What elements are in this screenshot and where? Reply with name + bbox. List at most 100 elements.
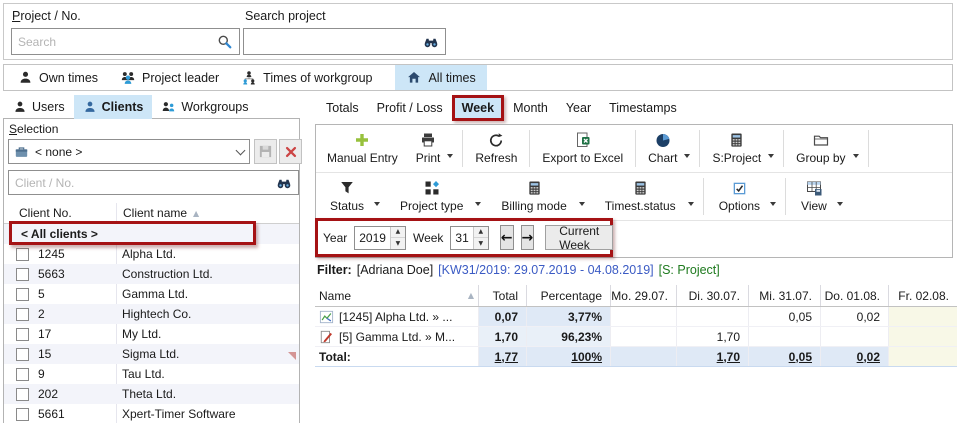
billing-mode-button[interactable]: Billing mode: [487, 173, 580, 220]
project-name: [1245] Alpha Ltd. » ...: [339, 310, 452, 324]
header-do[interactable]: Do. 01.08.: [820, 285, 888, 306]
dropdown-caret[interactable]: [374, 202, 380, 206]
client-name: Alpha Ltd.: [114, 247, 176, 261]
tab-totals[interactable]: Totals: [317, 101, 368, 115]
person-icon: [13, 100, 27, 114]
cell-do: [820, 327, 888, 346]
current-week-button[interactable]: Current Week: [545, 225, 613, 250]
delete-selection-button[interactable]: [279, 139, 302, 164]
spin-up-icon[interactable]: ▲: [474, 227, 488, 239]
client-row[interactable]: 9Tau Ltd.: [4, 364, 299, 384]
table-row[interactable]: [1245] Alpha Ltd. » ... 0,07 3,77% 0,05 …: [315, 307, 957, 327]
tab-month[interactable]: Month: [504, 101, 557, 115]
header-client-name[interactable]: Client name ▲: [116, 206, 199, 220]
refresh-button[interactable]: Refresh: [466, 125, 526, 172]
dropdown-caret[interactable]: [579, 202, 585, 206]
view-button[interactable]: View: [789, 173, 839, 220]
spin-down-icon[interactable]: ▼: [391, 238, 405, 249]
tab-label: Users: [32, 100, 65, 114]
client-no: 17: [38, 327, 114, 341]
client-row[interactable]: 5661Xpert-Timer Software: [4, 404, 299, 423]
checkbox[interactable]: [16, 268, 29, 281]
week-label: Week: [413, 231, 443, 245]
checkbox[interactable]: [16, 368, 29, 381]
table-row[interactable]: [5] Gamma Ltd. » M... 1,70 96,23% 1,70: [315, 327, 957, 347]
dropdown-caret[interactable]: [853, 154, 859, 158]
client-search-input[interactable]: Client / No.: [8, 170, 299, 195]
status-button[interactable]: Status: [318, 173, 376, 220]
dropdown-caret[interactable]: [837, 202, 843, 206]
all-clients-row[interactable]: < All clients >: [4, 224, 299, 244]
tab-project-leader[interactable]: Project leader: [109, 65, 230, 90]
checkbox[interactable]: [16, 348, 29, 361]
header-mo[interactable]: Mo. 29.07.: [610, 285, 676, 306]
year-value[interactable]: 2019: [355, 227, 390, 249]
checkbox[interactable]: [16, 408, 29, 421]
project-type-button[interactable]: Project type: [386, 173, 477, 220]
tab-label: Project leader: [142, 71, 219, 85]
tab-clients[interactable]: Clients: [74, 95, 153, 119]
tab-own-times[interactable]: Own times: [7, 65, 109, 90]
header-name[interactable]: Name ▲: [315, 285, 478, 306]
dropdown-caret[interactable]: [447, 154, 453, 158]
header-di[interactable]: Di. 30.07.: [676, 285, 748, 306]
client-row[interactable]: 5663Construction Ltd.: [4, 264, 299, 284]
dropdown-caret[interactable]: [770, 202, 776, 206]
calculator-icon: [633, 180, 648, 196]
year-label: Year: [323, 231, 347, 245]
group-by-button[interactable]: Group by: [787, 125, 854, 172]
sproject-button[interactable]: S:Project: [703, 125, 770, 172]
tab-users[interactable]: Users: [4, 95, 74, 119]
spin-down-icon[interactable]: ▼: [474, 238, 488, 249]
checkbox[interactable]: [16, 248, 29, 261]
header-client-no[interactable]: Client No.: [4, 206, 116, 220]
floppy-icon: [258, 144, 273, 159]
checkbox[interactable]: [16, 308, 29, 321]
tab-profit-loss[interactable]: Profit / Loss: [368, 101, 452, 115]
year-spinner[interactable]: 2019 ▲▼: [354, 226, 406, 250]
checkbox[interactable]: [16, 328, 29, 341]
cell-mi: 0,05: [748, 347, 820, 366]
client-row[interactable]: 15Sigma Ltd.: [4, 344, 299, 364]
tab-times-of-workgroup[interactable]: Times of workgroup: [230, 65, 383, 90]
tab-timestamps[interactable]: Timestamps: [600, 101, 686, 115]
header-fr[interactable]: Fr. 02.08.: [888, 285, 957, 306]
header-total[interactable]: Total: [478, 285, 526, 306]
next-week-button[interactable]: →: [521, 225, 535, 250]
cell-do: 0,02: [820, 347, 888, 366]
checkbox[interactable]: [16, 288, 29, 301]
header-percentage[interactable]: Percentage: [526, 285, 610, 306]
client-row[interactable]: 5Gamma Ltd.: [4, 284, 299, 304]
week-spinner[interactable]: 31 ▲▼: [450, 226, 488, 250]
previous-week-button[interactable]: ←: [500, 225, 514, 250]
timest-status-button[interactable]: Timest.status: [591, 173, 690, 220]
tab-week[interactable]: Week: [452, 95, 504, 121]
tab-year[interactable]: Year: [557, 101, 600, 115]
save-selection-button[interactable]: [254, 139, 277, 164]
tab-all-times[interactable]: All times: [395, 65, 486, 90]
search-project-input[interactable]: [243, 28, 446, 55]
cell-do: 0,02: [820, 307, 888, 326]
dropdown-caret[interactable]: [684, 154, 690, 158]
excel-icon: [575, 132, 591, 148]
header-mi[interactable]: Mi. 31.07.: [748, 285, 820, 306]
dropdown-caret[interactable]: [768, 154, 774, 158]
spin-up-icon[interactable]: ▲: [391, 227, 405, 239]
print-button[interactable]: Print: [407, 125, 450, 172]
selection-combobox[interactable]: < none >: [8, 139, 250, 164]
tab-workgroups[interactable]: Workgroups: [152, 95, 257, 119]
client-row[interactable]: 202Theta Ltd.: [4, 384, 299, 404]
export-excel-button[interactable]: Export to Excel: [533, 125, 632, 172]
week-value[interactable]: 31: [451, 227, 472, 249]
project-search-input[interactable]: Search: [11, 28, 240, 55]
chart-button[interactable]: Chart: [639, 125, 686, 172]
options-button[interactable]: Options: [707, 173, 772, 220]
client-row[interactable]: 17My Ltd.: [4, 324, 299, 344]
dropdown-caret[interactable]: [688, 202, 694, 206]
client-row[interactable]: 1245Alpha Ltd.: [4, 244, 299, 264]
annotation-box-period: Year 2019 ▲▼ Week 31 ▲▼ ← → Current Week: [315, 218, 613, 257]
dropdown-caret[interactable]: [475, 202, 481, 206]
checkbox[interactable]: [16, 388, 29, 401]
client-row[interactable]: 2Hightech Co.: [4, 304, 299, 324]
manual-entry-button[interactable]: Manual Entry: [318, 125, 407, 172]
